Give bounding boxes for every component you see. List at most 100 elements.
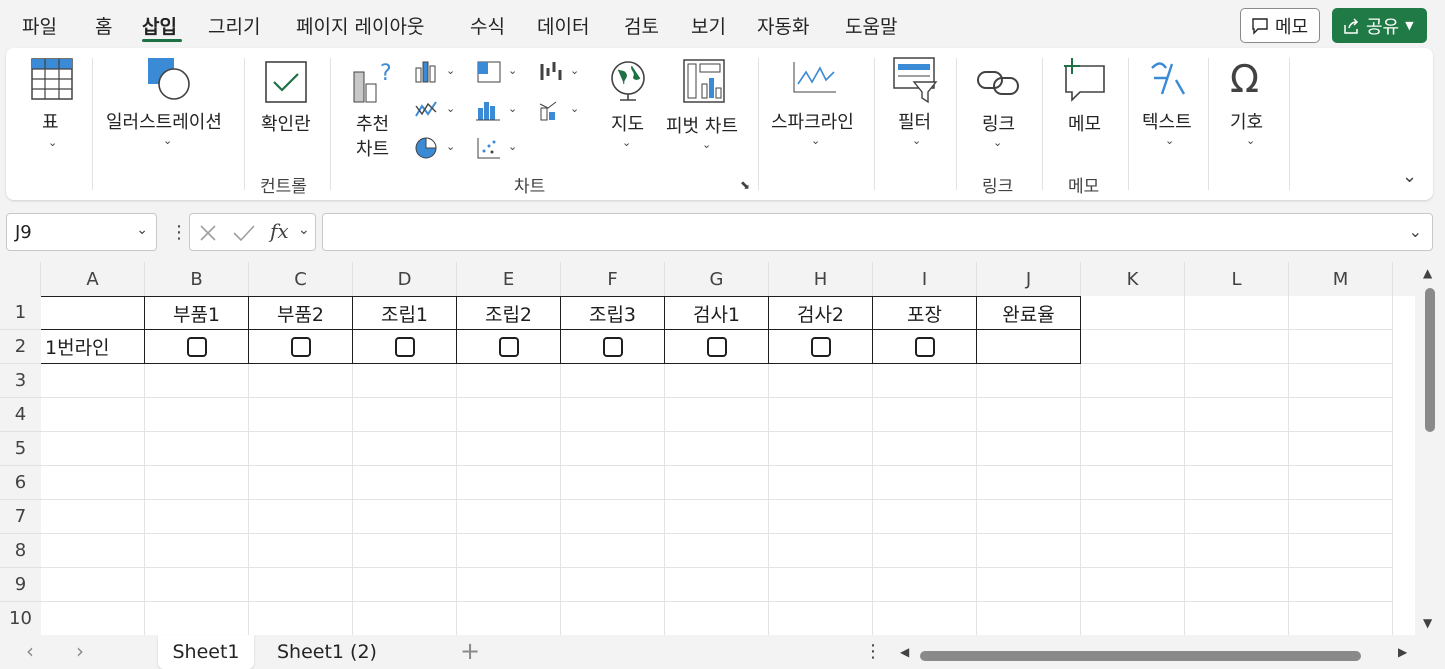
- cell-h8[interactable]: [769, 534, 873, 568]
- cell-i5[interactable]: [873, 432, 977, 466]
- cell-h9[interactable]: [769, 568, 873, 602]
- task-checkbox[interactable]: [394, 336, 415, 357]
- sheet-tab-active[interactable]: Sheet1: [158, 635, 254, 669]
- cell-c6[interactable]: [249, 466, 353, 500]
- dialog-launcher-icon[interactable]: ⬊: [740, 178, 750, 192]
- chevron-down-icon[interactable]: ⌄: [570, 64, 579, 77]
- chevron-down-icon[interactable]: ⌄: [993, 136, 1002, 149]
- add-sheet-icon[interactable]: +: [460, 637, 480, 665]
- chevron-down-icon[interactable]: ⌄: [1165, 134, 1174, 147]
- cell-e10[interactable]: [457, 602, 561, 635]
- pivot-chart-icon[interactable]: [682, 58, 728, 110]
- cell-e6[interactable]: [457, 466, 561, 500]
- memo-label[interactable]: 메모: [1068, 110, 1101, 136]
- cell-b5[interactable]: [145, 432, 249, 466]
- cell-b9[interactable]: [145, 568, 249, 602]
- column-header-e[interactable]: E: [457, 262, 561, 296]
- tab-page-layout[interactable]: 페이지 레이아웃: [296, 12, 424, 39]
- share-button[interactable]: 공유 ▼: [1332, 8, 1427, 43]
- text-label[interactable]: 텍스트: [1142, 108, 1192, 134]
- cell-l3[interactable]: [1185, 364, 1289, 398]
- cell-k9[interactable]: [1081, 568, 1185, 602]
- chevron-down-icon[interactable]: ⌄: [446, 64, 455, 77]
- cell-m2[interactable]: [1289, 330, 1393, 364]
- cell-m5[interactable]: [1289, 432, 1393, 466]
- row-header-2[interactable]: 2: [0, 330, 41, 364]
- column-header-b[interactable]: B: [145, 262, 249, 296]
- chevron-down-icon[interactable]: ⌄: [702, 138, 711, 151]
- cell-j8[interactable]: [977, 534, 1081, 568]
- cell-f9[interactable]: [561, 568, 665, 602]
- cell-j4[interactable]: [977, 398, 1081, 432]
- cell-h2[interactable]: [769, 330, 873, 364]
- cell-k7[interactable]: [1081, 500, 1185, 534]
- formula-input[interactable]: ⌄: [322, 213, 1433, 251]
- cell-e4[interactable]: [457, 398, 561, 432]
- cell-b2[interactable]: [145, 330, 249, 364]
- column-chart-icon[interactable]: [414, 60, 440, 88]
- table-icon[interactable]: [31, 58, 73, 104]
- more-options-icon[interactable]: ⋮: [864, 641, 882, 662]
- column-header-a[interactable]: A: [41, 262, 145, 296]
- cell-d9[interactable]: [353, 568, 457, 602]
- combo-chart-icon[interactable]: [538, 98, 564, 126]
- cell-b1[interactable]: 부품1: [145, 296, 249, 330]
- cell-h4[interactable]: [769, 398, 873, 432]
- shapes-icon[interactable]: [146, 56, 192, 106]
- cell-a2[interactable]: 1번라인: [41, 330, 145, 364]
- line-chart-icon[interactable]: [414, 98, 440, 126]
- cell-l5[interactable]: [1185, 432, 1289, 466]
- chevron-down-icon[interactable]: ⌄: [446, 140, 455, 153]
- scroll-up-icon[interactable]: ▲: [1423, 266, 1432, 280]
- column-header-d[interactable]: D: [353, 262, 457, 296]
- cell-i9[interactable]: [873, 568, 977, 602]
- cell-d4[interactable]: [353, 398, 457, 432]
- cell-c9[interactable]: [249, 568, 353, 602]
- cell-f1[interactable]: 조립3: [561, 296, 665, 330]
- cell-c5[interactable]: [249, 432, 353, 466]
- cell-b4[interactable]: [145, 398, 249, 432]
- checkbox-label[interactable]: 확인란: [261, 110, 311, 136]
- worksheet-grid[interactable]: ABCDEFGHIJKLM 1 부품1 부품2 조립1 조립2 조립3 검사1 검사2 포장 완료…: [0, 262, 1415, 635]
- cell-l10[interactable]: [1185, 602, 1289, 635]
- cell-h6[interactable]: [769, 466, 873, 500]
- next-sheet-icon[interactable]: ›: [76, 639, 84, 663]
- cell-f5[interactable]: [561, 432, 665, 466]
- tab-formulas[interactable]: 수식: [470, 12, 505, 39]
- sheet-tab[interactable]: Sheet1 (2): [262, 635, 392, 669]
- cell-h5[interactable]: [769, 432, 873, 466]
- tab-review[interactable]: 검토: [624, 12, 659, 39]
- cell-j2[interactable]: [977, 330, 1081, 364]
- tab-draw[interactable]: 그리기: [208, 12, 260, 39]
- cell-a4[interactable]: [41, 398, 145, 432]
- cell-j7[interactable]: [977, 500, 1081, 534]
- statistic-chart-icon[interactable]: [476, 98, 502, 126]
- cell-m8[interactable]: [1289, 534, 1393, 568]
- cell-i3[interactable]: [873, 364, 977, 398]
- cell-i1[interactable]: 포장: [873, 296, 977, 330]
- cell-d1[interactable]: 조립1: [353, 296, 457, 330]
- cell-f3[interactable]: [561, 364, 665, 398]
- cell-k6[interactable]: [1081, 466, 1185, 500]
- cell-g2[interactable]: [665, 330, 769, 364]
- tab-view[interactable]: 보기: [691, 12, 726, 39]
- cell-l6[interactable]: [1185, 466, 1289, 500]
- horizontal-scroll-thumb[interactable]: [920, 651, 1361, 661]
- column-header-i[interactable]: I: [873, 262, 977, 296]
- cell-d10[interactable]: [353, 602, 457, 635]
- cell-d8[interactable]: [353, 534, 457, 568]
- cell-i2[interactable]: [873, 330, 977, 364]
- column-header-k[interactable]: K: [1081, 262, 1185, 296]
- omega-icon[interactable]: Ω: [1228, 57, 1268, 102]
- cell-d7[interactable]: [353, 500, 457, 534]
- row-header-6[interactable]: 6: [0, 466, 41, 500]
- chevron-down-icon[interactable]: ⌄: [508, 140, 517, 153]
- cell-m3[interactable]: [1289, 364, 1393, 398]
- tab-help[interactable]: 도움말: [845, 12, 897, 39]
- name-box[interactable]: J9 ⌄: [6, 213, 157, 251]
- cell-e8[interactable]: [457, 534, 561, 568]
- cell-b10[interactable]: [145, 602, 249, 635]
- cell-i4[interactable]: [873, 398, 977, 432]
- column-header-l[interactable]: L: [1185, 262, 1289, 296]
- cell-g4[interactable]: [665, 398, 769, 432]
